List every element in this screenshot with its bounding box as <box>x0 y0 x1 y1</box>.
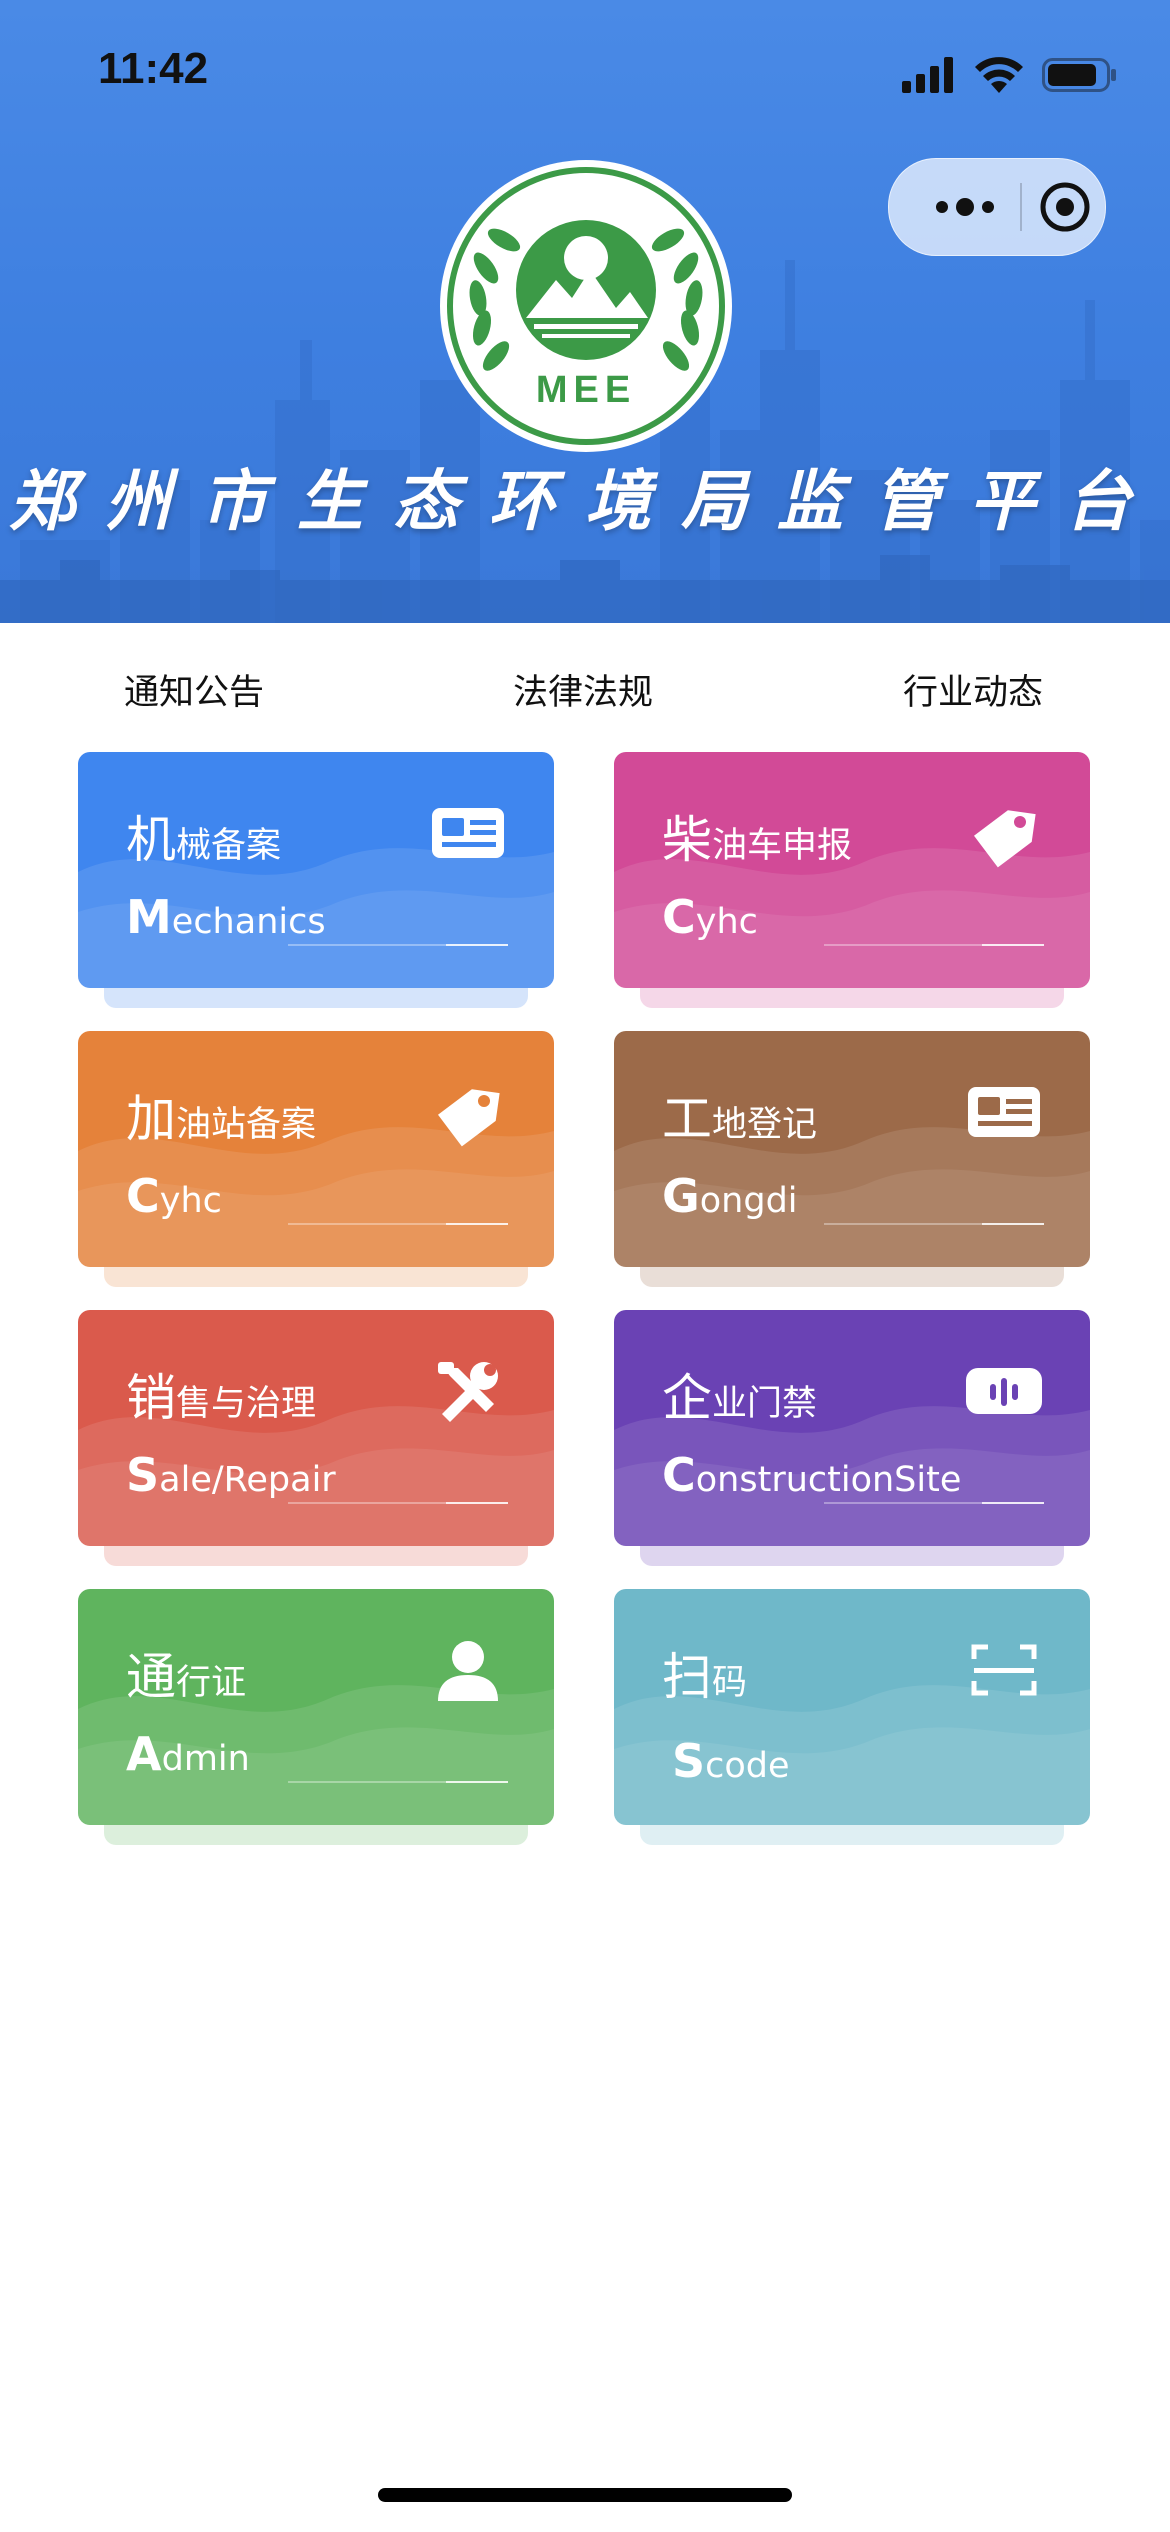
tab-laws[interactable]: 法律法规 <box>513 664 653 715</box>
card-title-zh: 加油站备案 <box>126 1079 316 1151</box>
id-card-icon <box>428 798 508 868</box>
tab-notices[interactable]: 通知公告 <box>124 664 264 715</box>
card-body[interactable]: 扫码 Scode <box>614 1589 1090 1825</box>
card-title-en-rest: ale/Repair <box>159 1460 336 1500</box>
card-body[interactable]: 企业门禁 ConstructionSite <box>614 1310 1090 1546</box>
header-banner: 11:42 MEE 郑州市生态环境局监管平台 <box>0 0 1170 623</box>
tools-icon <box>428 1356 508 1426</box>
card-underline <box>824 944 1044 946</box>
card-title-zh-first: 机 <box>126 811 176 869</box>
card-title-en-first: A <box>126 1727 162 1781</box>
tag-icon <box>964 798 1044 868</box>
card-title-zh-rest: 油站备案 <box>176 1105 317 1145</box>
card-title-zh-first: 扫 <box>662 1648 712 1706</box>
card-title-en: Cyhc <box>662 890 758 944</box>
user-icon <box>428 1635 508 1705</box>
battery-icon <box>1042 58 1116 92</box>
card-underline <box>288 1223 508 1225</box>
card-title-en: Scode <box>672 1734 790 1788</box>
card-title-en: Mechanics <box>126 890 326 944</box>
more-menu-button[interactable] <box>923 159 1007 255</box>
card-underline <box>824 1223 1044 1225</box>
miniprogram-capsule <box>888 158 1106 256</box>
card-underline <box>288 1502 508 1504</box>
card-pass[interactable]: 通行证 Admin <box>78 1589 554 1845</box>
card-title-en: Cyhc <box>126 1169 222 1223</box>
wifi-icon <box>975 57 1023 93</box>
card-construction-site[interactable]: 工地登记 Gongdi <box>614 1031 1090 1287</box>
cellular-signal-icon <box>902 57 953 93</box>
card-title-en-first: G <box>662 1169 700 1223</box>
card-title-en-rest: yhc <box>695 902 758 942</box>
card-title-en-first: S <box>126 1448 160 1502</box>
card-title-zh-first: 销 <box>126 1369 176 1427</box>
status-time: 11:42 <box>98 44 209 93</box>
card-title-en: Gongdi <box>662 1169 798 1223</box>
card-title-en-first: S <box>672 1734 706 1788</box>
card-title-zh-first: 企 <box>662 1369 712 1427</box>
card-title-en-rest: onstructionSite <box>695 1460 962 1500</box>
card-title-en: Sale/Repair <box>126 1448 336 1502</box>
card-title-zh-rest: 地登记 <box>712 1105 818 1145</box>
card-title-zh-first: 加 <box>126 1090 176 1148</box>
card-title-zh: 机械备案 <box>126 800 281 872</box>
close-miniprogram-icon[interactable] <box>1039 181 1091 233</box>
card-title-en-rest: echanics <box>171 902 326 942</box>
card-title-en-rest: dmin <box>161 1739 250 1779</box>
card-title-zh-rest: 售与治理 <box>176 1384 317 1424</box>
card-title-zh-first: 工 <box>662 1090 712 1148</box>
card-title-zh-rest: 业门禁 <box>712 1384 818 1424</box>
tag-icon <box>428 1077 508 1147</box>
card-body[interactable]: 通行证 Admin <box>78 1589 554 1825</box>
card-enterprise-access[interactable]: 企业门禁 ConstructionSite <box>614 1310 1090 1566</box>
mee-logo: MEE <box>440 160 732 452</box>
card-title-en-first: C <box>126 1169 160 1223</box>
card-sale-repair[interactable]: 销售与治理 Sale/Repair <box>78 1310 554 1566</box>
card-title-en: ConstructionSite <box>662 1448 961 1502</box>
card-title-en-rest: ongdi <box>699 1181 798 1221</box>
card-title-zh-first: 柴 <box>662 811 712 869</box>
card-scan[interactable]: 扫码 Scode <box>614 1589 1090 1845</box>
capsule-divider <box>1020 183 1022 231</box>
card-title-zh: 柴油车申报 <box>662 800 852 872</box>
card-title-en-rest: yhc <box>159 1181 222 1221</box>
card-title-zh-rest: 油车申报 <box>712 826 853 866</box>
card-title-en-first: M <box>126 890 172 944</box>
card-title-zh: 扫码 <box>662 1637 747 1709</box>
card-title-zh: 工地登记 <box>662 1079 817 1151</box>
card-title-zh: 通行证 <box>126 1637 246 1709</box>
scan-icon <box>964 1635 1044 1705</box>
card-title-zh-rest: 码 <box>712 1663 748 1703</box>
more-dots-icon <box>936 198 994 216</box>
card-gas-station[interactable]: 加油站备案 Cyhc <box>78 1031 554 1287</box>
card-underline <box>824 1502 1044 1504</box>
card-title-en: Admin <box>126 1727 250 1781</box>
home-indicator <box>378 2488 792 2502</box>
card-title-zh-first: 通 <box>126 1648 176 1706</box>
card-underline <box>288 944 508 946</box>
card-body[interactable]: 加油站备案 Cyhc <box>78 1031 554 1267</box>
tab-industry-news[interactable]: 行业动态 <box>903 664 1043 715</box>
id-card-icon <box>964 1077 1044 1147</box>
card-title-en-rest: code <box>705 1746 790 1786</box>
card-diesel-vehicle[interactable]: 柴油车申报 Cyhc <box>614 752 1090 1008</box>
status-icons <box>902 52 1118 98</box>
card-title-zh: 企业门禁 <box>662 1358 817 1430</box>
card-body[interactable]: 销售与治理 Sale/Repair <box>78 1310 554 1546</box>
card-body[interactable]: 工地登记 Gongdi <box>614 1031 1090 1267</box>
card-body[interactable]: 机械备案 Mechanics <box>78 752 554 988</box>
card-title-zh-rest: 行证 <box>176 1663 247 1703</box>
page-title: 郑州市生态环境局监管平台 <box>9 462 1161 540</box>
card-title-zh-rest: 械备案 <box>176 826 282 866</box>
logo-text: MEE <box>536 369 636 411</box>
card-title-en-first: C <box>662 890 696 944</box>
card-title-zh: 销售与治理 <box>126 1358 316 1430</box>
card-body[interactable]: 柴油车申报 Cyhc <box>614 752 1090 988</box>
voice-icon <box>964 1356 1044 1426</box>
card-underline <box>288 1781 508 1783</box>
card-title-en-first: C <box>662 1448 696 1502</box>
card-mechanics[interactable]: 机械备案 Mechanics <box>78 752 554 1008</box>
